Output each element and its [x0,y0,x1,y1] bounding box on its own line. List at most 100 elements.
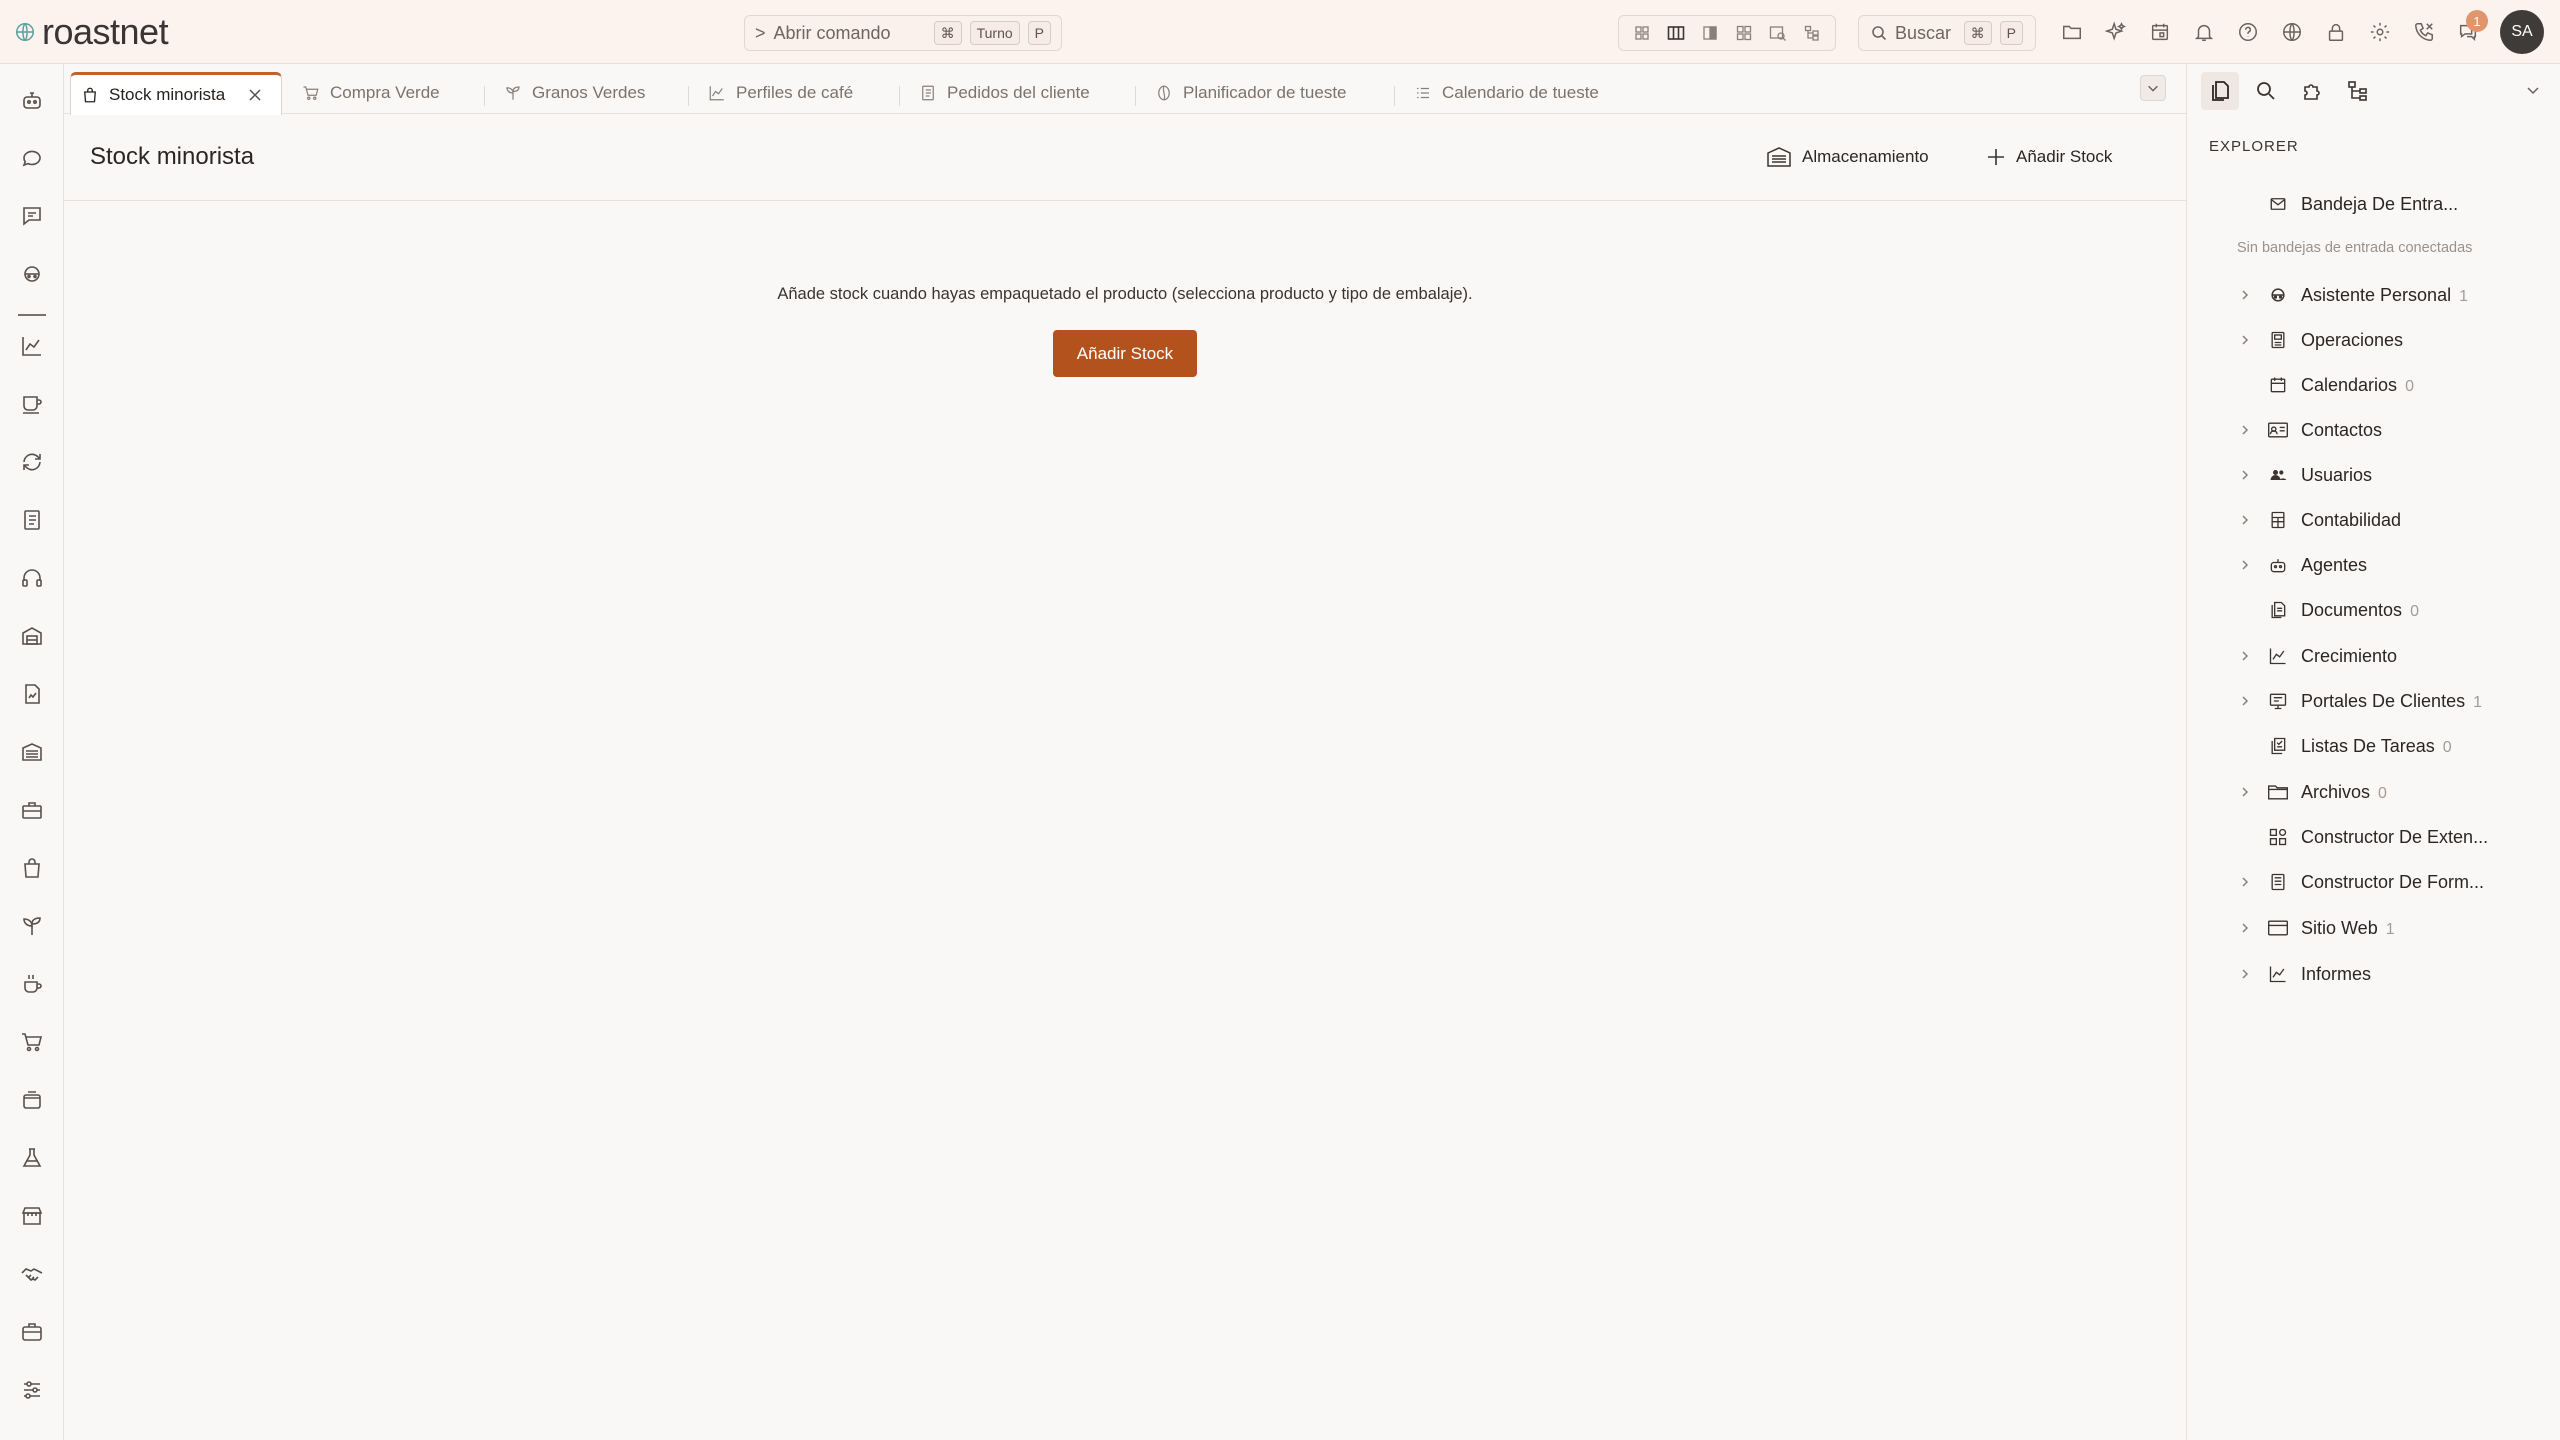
close-icon[interactable] [247,87,263,103]
tab-compra-verde[interactable]: Compra Verde [292,72,450,114]
chevron-right-icon[interactable] [2237,332,2253,348]
files-icon[interactable] [2201,72,2239,110]
chevron-right-icon[interactable] [2237,784,2253,800]
item-count: 1 [2473,693,2482,711]
search-window-icon[interactable] [1768,23,1788,43]
sliders-icon[interactable] [16,1374,48,1406]
tab-pedidos-del-cliente[interactable]: Pedidos del cliente [909,72,1100,114]
folder-icon [2267,781,2289,803]
tab-granos-verdes[interactable]: Granos Verdes [494,72,655,114]
document-icon [919,84,937,102]
invoice-icon[interactable] [16,678,48,710]
kbd-p: P [1027,21,1051,45]
explorer-item-crecimiento[interactable]: Crecimiento [2187,636,2560,676]
tab-calendario-de-tueste[interactable]: Calendario de tueste [1404,72,1609,114]
toolbox-icon[interactable] [16,794,48,826]
tiles-icon[interactable] [1734,23,1754,43]
add-stock-button[interactable]: Añadir Stock [1053,330,1197,377]
tab-planificador-de-tueste[interactable]: Planificador de tueste [1145,72,1357,114]
storage-icon[interactable] [16,736,48,768]
explorer-item-agentes[interactable]: Agentes [2187,545,2560,585]
explorer-item-usuarios[interactable]: Usuarios [2187,455,2560,495]
chevron-right-icon[interactable] [2237,422,2253,438]
phone-icon[interactable] [2408,16,2440,48]
sparkle-icon[interactable] [2100,16,2132,48]
explorer-item-asistente-personal[interactable]: Asistente Personal 1 [2187,275,2560,315]
hierarchy-icon[interactable] [2339,72,2377,110]
tab-label: Pedidos del cliente [947,83,1090,102]
explorer-item-listas-de-tareas[interactable]: Listas De Tareas 0 [2187,726,2560,766]
explorer-item-label: Calendarios [2301,374,2398,395]
package-icon[interactable] [16,1084,48,1116]
briefcase-icon[interactable] [16,1316,48,1348]
chart-line-icon[interactable] [16,330,48,362]
messages-icon[interactable] [16,200,48,232]
grid-icon[interactable] [1632,23,1652,43]
global-search-button[interactable]: Buscar ⌘ P [1858,15,2036,51]
tab-overflow-button[interactable] [2140,75,2166,101]
lock-icon[interactable] [2320,16,2352,48]
explorer-item-sitio-web[interactable]: Sitio Web 1 [2187,908,2560,948]
columns-icon[interactable] [1666,23,1686,43]
add-stock-header-button[interactable]: Añadir Stock [1986,141,2112,173]
chevron-down-icon[interactable] [2525,82,2541,98]
explorer-item-calendarios[interactable]: Calendarios 0 [2187,365,2560,405]
robot-icon[interactable] [16,84,48,116]
chevron-right-icon[interactable] [2237,467,2253,483]
app-logo[interactable]: roastnet [14,10,169,54]
tab-perfiles-de-cafe[interactable]: Perfiles de café [698,72,863,114]
bell-icon[interactable] [2188,16,2220,48]
globe-icon[interactable] [2276,16,2308,48]
coffee-pot-icon[interactable] [16,968,48,1000]
extensions-icon[interactable] [2293,72,2331,110]
cart-icon [302,84,320,102]
explorer-item-contabilidad[interactable]: Contabilidad [2187,500,2560,540]
coffee-cup-icon[interactable] [16,388,48,420]
chevron-right-icon[interactable] [2237,287,2253,303]
tab-stock-minorista[interactable]: Stock minorista [70,72,282,115]
command-palette-button[interactable]: > Abrir comando ⌘ Turno P [744,15,1062,51]
portal-icon [2267,690,2289,712]
chevron-right-icon[interactable] [2237,512,2253,528]
tree-icon[interactable] [1802,23,1822,43]
explorer-item-constructor-de-formularios[interactable]: Constructor De Form... [2187,862,2560,902]
explorer-item-informes[interactable]: Informes [2187,954,2560,994]
explorer-item-label: Usuarios [2301,464,2373,485]
shopping-bag-icon[interactable] [16,852,48,884]
explorer-item-label: Crecimiento [2301,645,2398,666]
chevron-right-icon[interactable] [2237,874,2253,890]
explorer-item-documentos[interactable]: Documentos 0 [2187,590,2560,630]
explorer-item-constructor-de-extensiones[interactable]: Constructor De Exten... [2187,817,2560,857]
handshake-icon[interactable] [16,1258,48,1290]
warehouse-icon[interactable] [16,620,48,652]
chat-bubble-icon[interactable] [16,142,48,174]
chevron-right-icon[interactable] [2237,693,2253,709]
gear-icon[interactable] [2364,16,2396,48]
explorer-item-inbox[interactable]: Bandeja De Entra... [2187,184,2560,224]
user-avatar[interactable]: SA [2500,10,2544,54]
chat-icon[interactable]: 1 [2452,10,2488,48]
calendar-icon[interactable] [2144,16,2176,48]
explorer-item-operaciones[interactable]: Operaciones [2187,320,2560,360]
search-icon[interactable] [2247,72,2285,110]
explorer-item-label: Asistente Personal [2301,284,2452,305]
sidebar-icon[interactable] [1700,23,1720,43]
sprout-icon[interactable] [16,910,48,942]
chevron-right-icon[interactable] [2237,648,2253,664]
explorer-item-archivos[interactable]: Archivos 0 [2187,772,2560,812]
chevron-right-icon[interactable] [2237,966,2253,982]
help-icon[interactable] [2232,16,2264,48]
storage-button[interactable]: Almacenamiento [1766,141,1929,173]
explorer-item-contactos[interactable]: Contactos [2187,410,2560,450]
sync-icon[interactable] [16,446,48,478]
chevron-right-icon[interactable] [2237,920,2253,936]
cart-icon[interactable] [16,1026,48,1058]
flask-icon[interactable] [16,1142,48,1174]
chevron-right-icon[interactable] [2237,557,2253,573]
folder-icon[interactable] [2056,16,2088,48]
assistant-icon[interactable] [16,258,48,290]
notebook-icon[interactable] [16,504,48,536]
store-icon[interactable] [16,1200,48,1232]
explorer-item-portales-de-clientes[interactable]: Portales De Clientes 1 [2187,681,2560,721]
headset-icon[interactable] [16,562,48,594]
